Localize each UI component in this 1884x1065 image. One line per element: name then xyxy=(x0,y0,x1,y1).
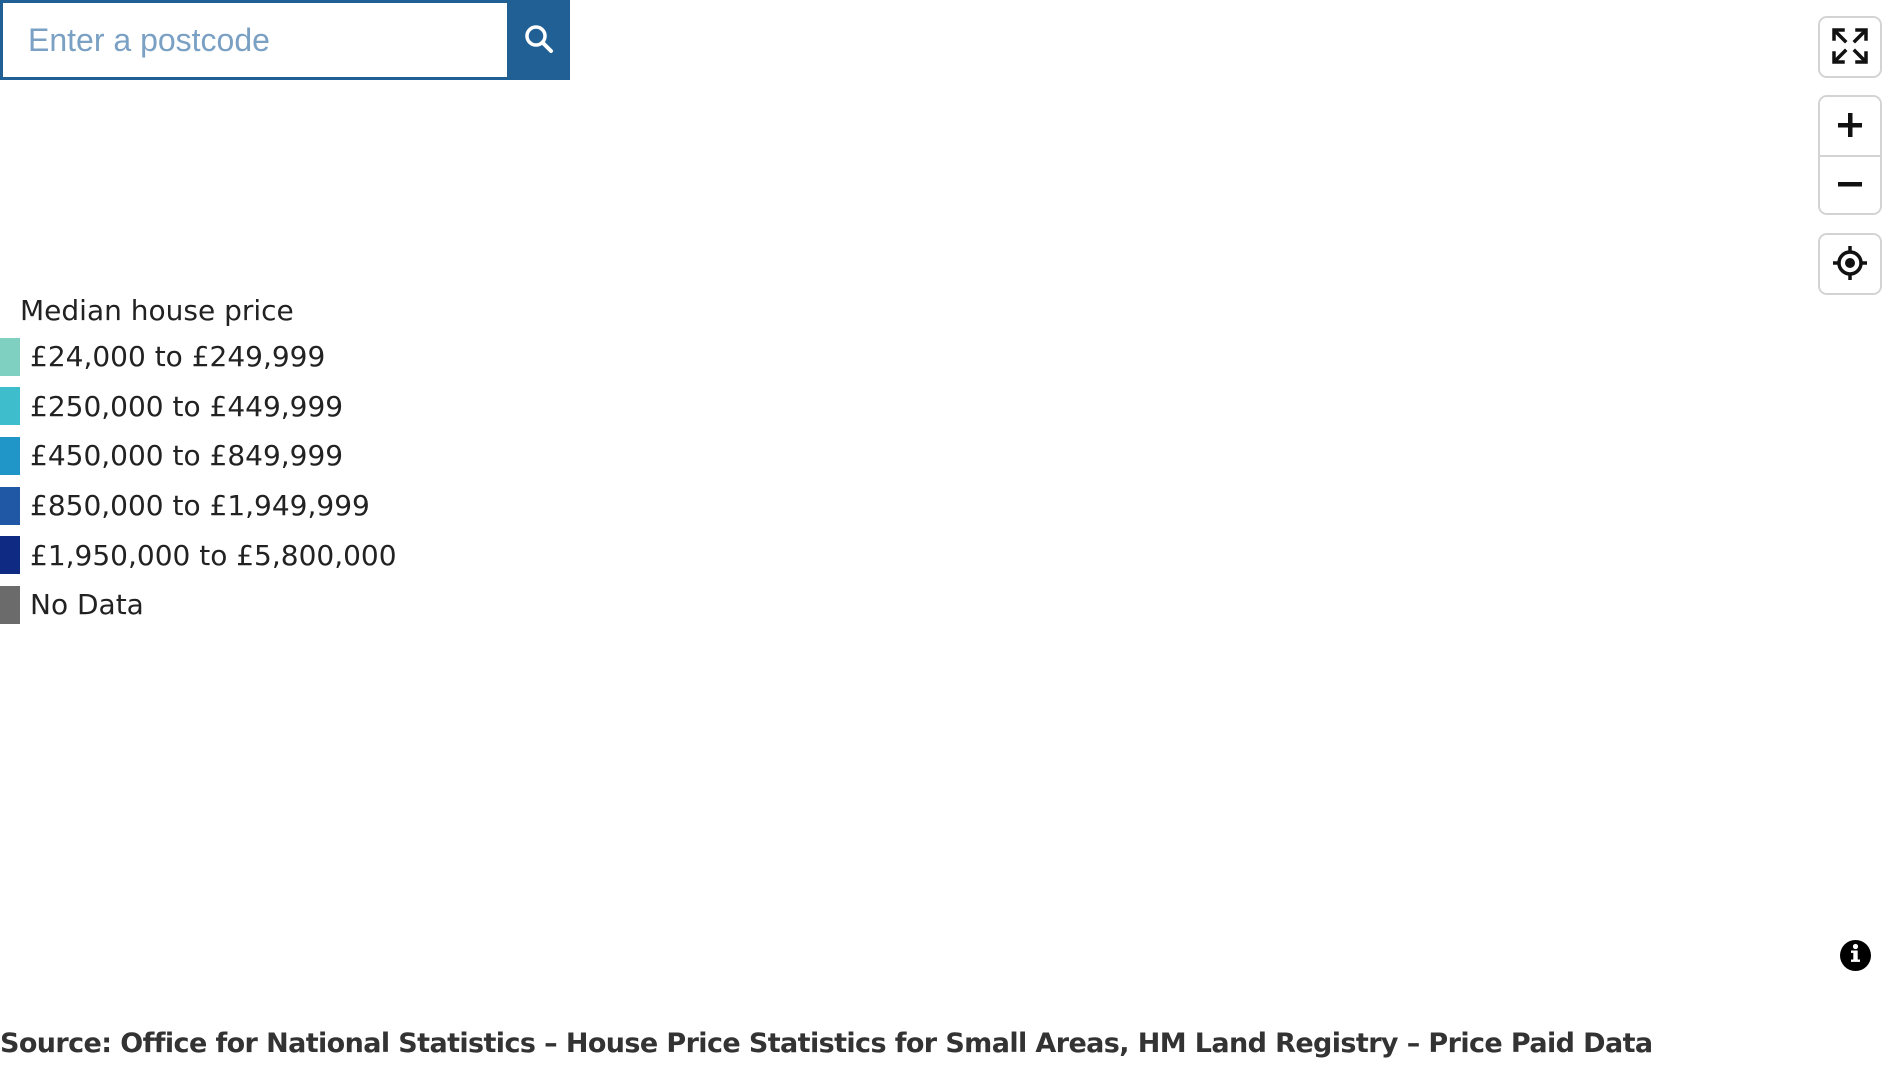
legend-item: £24,000 to £249,999 xyxy=(0,332,397,382)
legend-label: £1,950,000 to £5,800,000 xyxy=(30,538,397,572)
fullscreen-control xyxy=(1818,16,1882,78)
legend-label: £250,000 to £449,999 xyxy=(30,389,344,423)
legend-swatch xyxy=(0,585,20,624)
legend-item: £450,000 to £849,999 xyxy=(0,431,397,481)
legend-swatch xyxy=(0,536,20,575)
legend: Median house price £24,000 to £249,999 £… xyxy=(0,290,397,630)
search-icon xyxy=(524,24,554,57)
plus-icon xyxy=(1837,112,1863,141)
legend-item: £850,000 to £1,949,999 xyxy=(0,481,397,531)
legend-swatch xyxy=(0,337,20,376)
fullscreen-icon xyxy=(1830,26,1870,69)
info-icon xyxy=(1840,938,1871,973)
locate-control xyxy=(1818,233,1882,295)
legend-label: £450,000 to £849,999 xyxy=(30,439,344,473)
fullscreen-button[interactable] xyxy=(1820,18,1880,76)
legend-item: £1,950,000 to £5,800,000 xyxy=(0,530,397,580)
postcode-input[interactable] xyxy=(0,0,507,80)
legend-label: £850,000 to £1,949,999 xyxy=(30,489,370,523)
locate-icon xyxy=(1832,245,1868,284)
zoom-in-button[interactable] xyxy=(1820,97,1880,155)
legend-title: Median house price xyxy=(20,294,294,327)
legend-swatch xyxy=(0,436,20,475)
search-button[interactable] xyxy=(507,0,570,80)
locate-button[interactable] xyxy=(1820,235,1880,293)
zoom-out-button[interactable] xyxy=(1820,155,1880,213)
zoom-control xyxy=(1818,95,1882,215)
minus-icon xyxy=(1837,171,1863,200)
info-button[interactable] xyxy=(1840,940,1871,971)
legend-item: £250,000 to £449,999 xyxy=(0,382,397,432)
map-page: Median house price £24,000 to £249,999 £… xyxy=(0,0,1884,1065)
legend-swatch xyxy=(0,387,20,426)
legend-label: No Data xyxy=(30,588,144,622)
legend-label: £24,000 to £249,999 xyxy=(30,340,326,374)
postcode-search xyxy=(0,0,570,80)
legend-item: No Data xyxy=(0,580,397,630)
source-text: Source: Office for National Statistics –… xyxy=(0,1028,1653,1059)
legend-swatch xyxy=(0,486,20,525)
